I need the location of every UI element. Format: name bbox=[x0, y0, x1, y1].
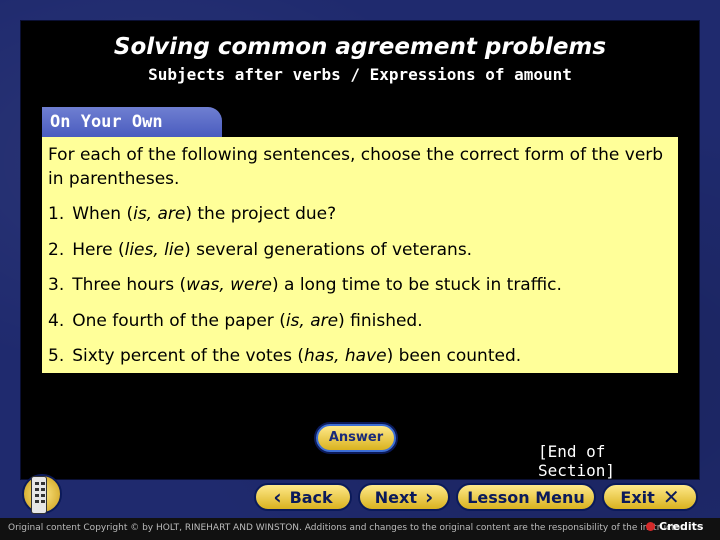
item-text: ) the project due? bbox=[185, 204, 337, 224]
exercise-item: 2. Here (lies, lie) several generations o… bbox=[48, 238, 672, 262]
credits-link[interactable]: Credits bbox=[646, 520, 703, 533]
chevron-right-icon: › bbox=[424, 485, 434, 509]
item-number: 5. bbox=[48, 346, 65, 366]
item-number: 3. bbox=[48, 275, 65, 295]
back-label: Back bbox=[289, 487, 333, 507]
item-text: One fourth of the paper ( bbox=[72, 310, 286, 331]
item-text: Three hours ( bbox=[72, 275, 187, 295]
close-icon: ✕ bbox=[662, 485, 680, 509]
back-button[interactable]: ‹ Back bbox=[254, 483, 352, 511]
item-text: Here ( bbox=[72, 239, 125, 260]
chevron-left-icon: ‹ bbox=[273, 485, 282, 509]
slide-title: Solving common agreement problems bbox=[113, 34, 607, 60]
exit-button[interactable]: Exit ✕ bbox=[602, 483, 698, 511]
exit-label: Exit bbox=[620, 487, 655, 507]
next-label: Next bbox=[374, 487, 417, 507]
end-of-section-label: [End of Section] bbox=[538, 442, 616, 480]
item-number: 1. bbox=[48, 204, 65, 224]
remote-body-icon bbox=[31, 476, 47, 514]
item-number: 4. bbox=[48, 310, 65, 331]
next-button[interactable]: Next › bbox=[358, 483, 450, 511]
item-number: 2. bbox=[48, 239, 65, 260]
verb-choices: lies, lie bbox=[124, 239, 185, 260]
exercise-item: 1. When (is, are) the project due? bbox=[48, 202, 672, 226]
verb-choices: is, are bbox=[133, 204, 186, 224]
lesson-menu-label: Lesson Menu bbox=[467, 487, 585, 507]
lesson-menu-button[interactable]: Lesson Menu bbox=[456, 483, 596, 511]
credits-label: Credits bbox=[659, 520, 704, 533]
verb-choices: is, are bbox=[285, 310, 339, 331]
instructions-text: For each of the following sentences, cho… bbox=[48, 145, 664, 189]
verb-choices: was, were bbox=[186, 275, 272, 295]
item-text: ) a long time to be stuck in traffic. bbox=[271, 275, 562, 295]
item-text: ) several generations of veterans. bbox=[184, 239, 473, 260]
item-text: When ( bbox=[72, 204, 134, 224]
copyright-footer: Original content Copyright © by HOLT, RI… bbox=[0, 518, 720, 540]
exercise-item: 3. Three hours (was, were) a long time to… bbox=[48, 273, 672, 297]
item-text: Sixty percent of the votes ( bbox=[72, 346, 305, 366]
on-your-own-tab: On Your Own bbox=[42, 107, 222, 137]
slide-subtitle: Subjects after verbs / Expressions of am… bbox=[148, 65, 572, 84]
item-text: ) been counted. bbox=[386, 346, 522, 366]
answer-button[interactable]: Answer bbox=[316, 424, 396, 452]
item-text: ) finished. bbox=[338, 310, 423, 331]
verb-choices: has, have bbox=[304, 346, 387, 366]
credits-dot-icon bbox=[646, 522, 655, 531]
exercise-item: 5. Sixty percent of the votes (has, have)… bbox=[48, 344, 672, 368]
exercise-item: 4. One fourth of the paper (is, are) fini… bbox=[48, 309, 672, 333]
exercise-box: For each of the following sentences, cho… bbox=[42, 137, 678, 373]
